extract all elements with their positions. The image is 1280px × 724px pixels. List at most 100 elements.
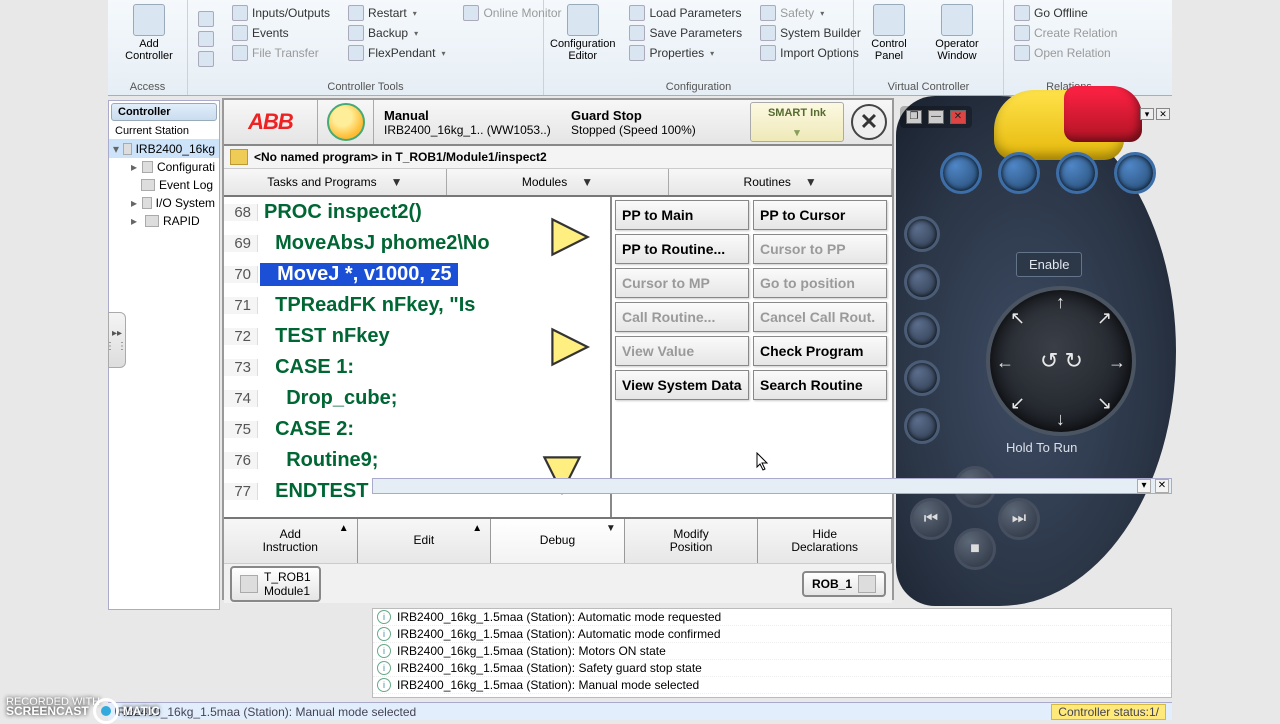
prog-button-d[interactable] bbox=[1114, 152, 1156, 194]
system-builder-button[interactable]: System Builder bbox=[756, 24, 865, 42]
prog-button-c[interactable] bbox=[1056, 152, 1098, 194]
code-line[interactable]: 75 CASE 2: bbox=[224, 414, 610, 445]
output-panel-header: ▾ ✕ bbox=[372, 478, 1172, 494]
fp-close-button[interactable]: ✕ bbox=[846, 100, 892, 144]
estop-button[interactable] bbox=[1064, 86, 1142, 142]
program-path: <No named program> in T_ROB1/Module1/ins… bbox=[224, 146, 892, 169]
debug-button[interactable]: Debug▼ bbox=[491, 519, 625, 563]
inputs-outputs-button[interactable]: Inputs/Outputs bbox=[228, 4, 334, 22]
prog-button-a[interactable] bbox=[940, 152, 982, 194]
tab-modules[interactable]: Modules▼ bbox=[447, 169, 670, 195]
operator-window-button[interactable]: Operator Window bbox=[928, 4, 986, 79]
menu-pp-to-cursor[interactable]: PP to Cursor bbox=[753, 200, 887, 230]
save-parameters-button[interactable]: Save Parameters bbox=[625, 24, 746, 42]
joy-close-button[interactable]: ✕ bbox=[950, 110, 966, 124]
robot-chip[interactable]: ROB_1 bbox=[802, 571, 886, 597]
panel-close-button[interactable]: ✕ bbox=[1156, 108, 1170, 120]
task-chip[interactable]: T_ROB1Module1 bbox=[230, 566, 321, 602]
log-row[interactable]: iIRB2400_16kg_1.5maa (Station): Automati… bbox=[373, 626, 1171, 643]
tab-routines[interactable]: Routines▼ bbox=[669, 169, 892, 195]
step-back-button[interactable]: ⏮ bbox=[910, 498, 952, 540]
robot-icon bbox=[858, 575, 876, 593]
log-row[interactable]: iIRB2400_16kg_1.5maa (Station): Manual m… bbox=[373, 677, 1171, 694]
side-button-2[interactable] bbox=[904, 264, 940, 300]
info-icon: i bbox=[377, 678, 391, 692]
menu-view-system-data[interactable]: View System Data bbox=[615, 370, 749, 400]
enable-button[interactable]: Enable bbox=[1016, 252, 1082, 277]
side-button-1[interactable] bbox=[904, 216, 940, 252]
joy-minimize-button[interactable]: — bbox=[928, 110, 944, 124]
restart-button[interactable]: Restart▾ bbox=[344, 4, 449, 22]
tree-node-eventlog[interactable]: Event Log bbox=[109, 176, 219, 194]
ribbon-group-configuration: Configuration bbox=[550, 79, 847, 93]
backup-button[interactable]: Backup▾ bbox=[344, 24, 449, 42]
permissions-icon bbox=[194, 10, 218, 28]
tree-node-rapid[interactable]: ▸RAPID bbox=[109, 212, 219, 230]
menu-search-routine[interactable]: Search Routine bbox=[753, 370, 887, 400]
operator-icon[interactable] bbox=[318, 100, 374, 144]
import-options-button[interactable]: Import Options bbox=[756, 44, 865, 62]
properties-button[interactable]: Properties▾ bbox=[625, 44, 746, 62]
code-editor[interactable]: 68PROC inspect2()69 MoveAbsJ phome2\No70… bbox=[224, 197, 610, 517]
configuration-editor-button[interactable]: Configuration Editor bbox=[550, 4, 615, 79]
panel-expand-handle[interactable]: ▸▸⋮⋮ bbox=[108, 312, 126, 368]
flexpendant-button[interactable]: FlexPendant▾ bbox=[344, 44, 449, 62]
menu-check-program[interactable]: Check Program bbox=[753, 336, 887, 366]
io-icon bbox=[142, 197, 152, 209]
output-close-button[interactable]: ✕ bbox=[1155, 479, 1169, 493]
cursor-arrow-icon bbox=[548, 325, 592, 369]
menu-cursor-to-pp: Cursor to PP bbox=[753, 234, 887, 264]
flexpendant-window: ABB Manual IRB2400_16kg_1.. (WW1053..) G… bbox=[222, 98, 894, 600]
tree-header[interactable]: Controller bbox=[111, 103, 217, 121]
menu-call-routine: Call Routine... bbox=[615, 302, 749, 332]
log-row[interactable]: iIRB2400_16kg_1.5maa (Station): Motors O… bbox=[373, 643, 1171, 660]
panel-window-controls: ▾ ✕ bbox=[1140, 108, 1170, 120]
joystick[interactable]: ↑ ↓ ← → ↖ ↗ ↙ ↘ ↺ ↻ bbox=[986, 286, 1136, 436]
ribbon: Add Controller Access Inputs/Outputs Eve… bbox=[108, 0, 1172, 96]
side-button-3[interactable] bbox=[904, 312, 940, 348]
file-transfer-button: File Transfer bbox=[228, 44, 334, 62]
code-line[interactable]: 70 MoveJ *, v1000, z5 bbox=[224, 259, 610, 290]
side-button-5[interactable] bbox=[904, 408, 940, 444]
hide-declarations-button[interactable]: Hide Declarations bbox=[758, 519, 892, 563]
info-icon: i bbox=[377, 661, 391, 675]
tree-node-io[interactable]: ▸I/O System bbox=[109, 194, 219, 212]
go-offline-button[interactable]: Go Offline bbox=[1010, 4, 1128, 22]
module-icon bbox=[230, 149, 248, 165]
tree-node-configuration[interactable]: ▸Configurati bbox=[109, 158, 219, 176]
add-instruction-button[interactable]: Add Instruction▲ bbox=[224, 519, 358, 563]
tab-tasks-programs[interactable]: Tasks and Programs▼ bbox=[224, 169, 447, 195]
output-dropdown-button[interactable]: ▾ bbox=[1137, 479, 1151, 493]
safety-button: Safety▾ bbox=[756, 4, 865, 22]
load-parameters-button[interactable]: Load Parameters bbox=[625, 4, 746, 22]
add-controller-button[interactable]: Add Controller bbox=[114, 4, 184, 62]
code-line[interactable]: 74 Drop_cube; bbox=[224, 383, 610, 414]
stop-button[interactable]: ■ bbox=[954, 528, 996, 570]
tree-current-station: Current Station bbox=[109, 123, 219, 140]
config-icon bbox=[567, 4, 599, 36]
control-panel-button[interactable]: Control Panel bbox=[860, 4, 918, 79]
smart-ink-button[interactable]: SMART Ink bbox=[750, 102, 844, 142]
edit-button[interactable]: Edit▲ bbox=[358, 519, 492, 563]
events-button[interactable]: Events bbox=[228, 24, 334, 42]
code-line[interactable]: 71 TPReadFK nFkey, "Is bbox=[224, 290, 610, 321]
menu-pp-to-routine[interactable]: PP to Routine... bbox=[615, 234, 749, 264]
output-log[interactable]: iIRB2400_16kg_1.5maa (Station): Automati… bbox=[372, 608, 1172, 698]
ribbon-group-controller-tools: Controller Tools bbox=[194, 79, 537, 93]
log-row[interactable]: iIRB2400_16kg_1.5maa (Station): Safety g… bbox=[373, 660, 1171, 677]
log-row[interactable]: iIRB2400_16kg_1.5maa (Station): Automati… bbox=[373, 609, 1171, 626]
tree-node-controller[interactable]: ▾IRB2400_16kg bbox=[109, 140, 219, 158]
panel-dropdown-button[interactable]: ▾ bbox=[1140, 108, 1154, 120]
joy-restore-button[interactable]: ❐ bbox=[906, 110, 922, 124]
menu-cursor-to-mp: Cursor to MP bbox=[615, 268, 749, 298]
step-fwd-button[interactable]: ⏭ bbox=[998, 498, 1040, 540]
menu-pp-to-main[interactable]: PP to Main bbox=[615, 200, 749, 230]
side-button-4[interactable] bbox=[904, 360, 940, 396]
info-icon: i bbox=[377, 627, 391, 641]
control-panel-icon bbox=[873, 4, 905, 36]
modify-position-button[interactable]: Modify Position bbox=[625, 519, 759, 563]
status-bar: IRB2400_16kg_1.5maa (Station): Manual mo… bbox=[108, 702, 1172, 720]
ribbon-group-access: Access bbox=[114, 79, 181, 93]
rapid-icon bbox=[145, 215, 159, 227]
prog-button-b[interactable] bbox=[998, 152, 1040, 194]
